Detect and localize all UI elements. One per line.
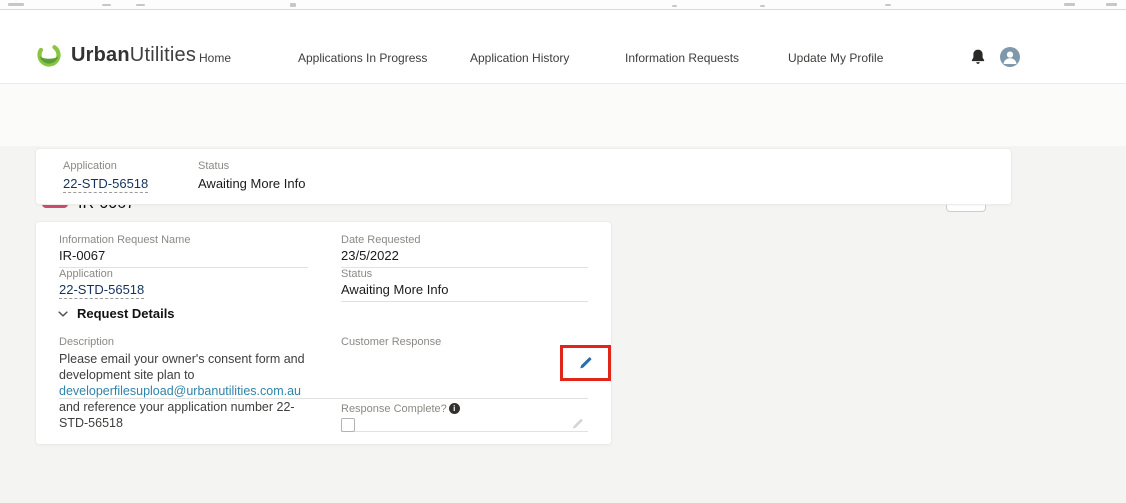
description-text: and reference your application number 22… — [59, 400, 295, 430]
field-information-request-name: Information Request Name IR-0067 — [59, 234, 308, 268]
date-requested-label: Date Requested — [341, 234, 421, 246]
browser-artifact — [885, 4, 891, 6]
response-complete-label: Response Complete? i — [341, 403, 588, 415]
browser-chrome-strip — [0, 0, 1126, 10]
edit-customer-response-button[interactable] — [578, 355, 594, 371]
response-complete-label-text: Response Complete? — [341, 403, 447, 415]
field-date-requested: Date Requested 23/5/2022 — [341, 234, 588, 268]
nav-item-update-my-profile[interactable]: Update My Profile — [788, 51, 883, 65]
information-request-name-label: Information Request Name — [59, 234, 191, 246]
application-label: Application — [63, 160, 117, 172]
browser-artifact — [1064, 3, 1075, 6]
user-avatar[interactable] — [1000, 47, 1020, 67]
field-status: Status Awaiting More Info — [341, 268, 588, 302]
application-link[interactable]: 22-STD-56518 — [63, 176, 149, 193]
description-label: Description — [59, 336, 115, 348]
edit-response-complete-pencil-icon[interactable] — [571, 417, 584, 430]
description-value: Please email your owner's consent form a… — [59, 351, 321, 431]
brand-name: UrbanUtilities — [71, 44, 196, 67]
portal-page: UrbanUtilities Home Applications In Prog… — [0, 0, 1126, 503]
top-navbar: UrbanUtilities Home Applications In Prog… — [0, 10, 1126, 84]
response-complete-checkbox[interactable] — [341, 418, 355, 432]
browser-artifact — [8, 3, 24, 6]
brand-name-bold: Urban — [71, 43, 130, 66]
browser-artifact — [136, 4, 145, 6]
browser-artifact — [760, 5, 765, 7]
status-value: Awaiting More Info — [198, 176, 306, 191]
field-description: Description Please email your owner's co… — [59, 336, 343, 430]
browser-artifact — [290, 3, 296, 7]
highlight-status-field: Status Awaiting More Info — [198, 160, 305, 191]
status-label: Status — [341, 268, 373, 280]
highlight-annotation-box — [560, 345, 611, 381]
browser-artifact — [102, 4, 111, 6]
description-text: Please email your owner's consent form a… — [59, 352, 305, 382]
status-label: Status — [198, 160, 230, 172]
browser-artifact — [672, 5, 677, 7]
brand-name-light: Utilities — [129, 43, 197, 66]
browser-artifact — [1106, 3, 1117, 6]
nav-item-information-requests[interactable]: Information Requests — [625, 51, 739, 65]
section-request-details[interactable]: Request Details — [57, 306, 175, 321]
record-detail-card: Information Request Name IR-0067 Date Re… — [35, 221, 612, 445]
record-header: Information Request IR-0067 Edit — [0, 84, 1126, 212]
pencil-icon — [580, 356, 592, 369]
information-request-name-value: IR-0067 — [59, 248, 106, 263]
urban-utilities-logo-icon — [37, 43, 61, 67]
info-icon[interactable]: i — [448, 403, 460, 414]
notification-bell-icon[interactable] — [969, 48, 987, 66]
application-link[interactable]: 22-STD-56518 — [59, 282, 145, 299]
customer-response-label: Customer Response — [341, 336, 442, 348]
nav-item-application-history[interactable]: Application History — [470, 51, 569, 65]
person-icon — [1003, 51, 1017, 64]
email-link[interactable]: developerfilesupload@urbanutilities.com.… — [59, 384, 301, 398]
highlight-application-field: Application 22-STD-56518 — [63, 160, 149, 193]
field-application: Application 22-STD-56518 — [59, 268, 308, 302]
field-customer-response: Customer Response — [341, 336, 588, 399]
application-label: Application — [59, 268, 113, 280]
nav-item-applications-in-progress[interactable]: Applications In Progress — [298, 51, 427, 65]
status-value: Awaiting More Info — [341, 282, 449, 297]
date-requested-value: 23/5/2022 — [341, 248, 399, 263]
chevron-down-icon — [58, 310, 68, 317]
nav-item-home[interactable]: Home — [199, 51, 231, 65]
section-title: Request Details — [77, 306, 175, 321]
brand-logo[interactable]: UrbanUtilities — [35, 41, 196, 69]
field-response-complete: Response Complete? i — [341, 403, 588, 432]
highlights-panel: Application 22-STD-56518 Status Awaiting… — [35, 148, 1012, 205]
